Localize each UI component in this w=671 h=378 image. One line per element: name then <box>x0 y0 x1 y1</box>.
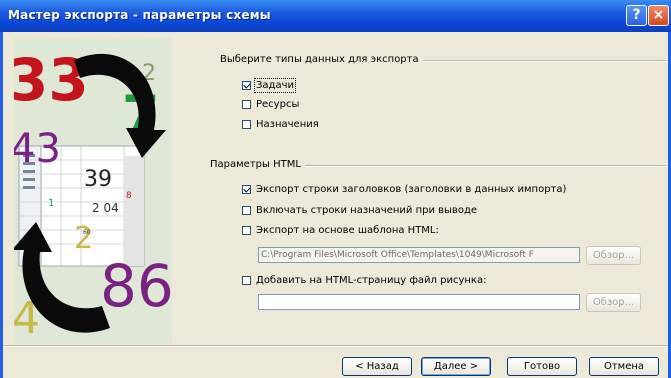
next-button[interactable]: Далее > <box>421 357 491 376</box>
checkbox-tasks-box[interactable] <box>242 81 251 90</box>
illustration-graphic: 33 7 43 39 2 04 2 86 4 1 8 2 60 <box>14 38 172 343</box>
checkbox-html-template-label: Экспорт на основе шаблона HTML: <box>256 225 439 236</box>
export-wizard-window: Мастер экспорта - параметры схемы ? × 33… <box>0 0 671 378</box>
number-33: 33 <box>14 46 89 114</box>
browse-template-button[interactable]: Обзор... <box>586 246 641 265</box>
number-2: 2 <box>74 221 93 256</box>
number-86: 86 <box>100 252 172 320</box>
checkbox-assignments-label: Назначения <box>256 119 319 130</box>
wizard-illustration: 33 7 43 39 2 04 2 86 4 1 8 2 60 <box>14 38 172 343</box>
bottom-separator <box>0 345 671 347</box>
checkbox-export-header-box[interactable] <box>242 185 251 194</box>
close-button[interactable]: × <box>648 5 669 26</box>
number-1: 1 <box>48 198 54 209</box>
close-icon: × <box>652 7 665 23</box>
checkbox-add-image-box[interactable] <box>242 276 251 285</box>
checkbox-assignments[interactable]: Назначения <box>242 119 319 130</box>
help-icon: ? <box>632 7 641 23</box>
checkbox-add-image[interactable]: Добавить на HTML-страницу файл рисунка: <box>242 275 486 286</box>
checkbox-html-template-box[interactable] <box>242 226 251 235</box>
cancel-button[interactable]: Отмена <box>589 357 659 376</box>
html-params-title: Параметры HTML <box>210 159 305 170</box>
number-43: 43 <box>14 126 61 172</box>
number-8: 8 <box>126 191 132 201</box>
checkbox-include-assignments-box[interactable] <box>242 206 251 215</box>
checkbox-include-assignments[interactable]: Включать строки назначений при выводе <box>242 205 477 216</box>
checkbox-tasks-label: Задачи <box>254 78 296 93</box>
help-button[interactable]: ? <box>626 5 647 26</box>
wizard-content: Выберите типы данных для экспорта Задачи… <box>186 32 671 337</box>
checkbox-resources-label: Ресурсы <box>256 99 300 110</box>
number-60: 60 <box>83 229 91 236</box>
checkbox-resources-box[interactable] <box>242 100 251 109</box>
checkbox-add-image-label: Добавить на HTML-страницу файл рисунка: <box>256 275 487 286</box>
number-39: 39 <box>84 167 112 192</box>
title-bar[interactable]: Мастер экспорта - параметры схемы ? × <box>0 0 671 32</box>
finish-button[interactable]: Готово <box>507 357 577 376</box>
checkbox-assignments-box[interactable] <box>242 120 251 129</box>
checkbox-include-assignments-label: Включать строки назначений при выводе <box>256 205 478 216</box>
checkbox-tasks[interactable]: Задачи <box>242 78 296 93</box>
image-path-field[interactable] <box>258 294 580 310</box>
checkbox-resources[interactable]: Ресурсы <box>242 99 299 110</box>
back-button[interactable]: < Назад <box>342 357 412 376</box>
window-title: Мастер экспорта - параметры схемы <box>8 8 271 22</box>
browse-image-button[interactable]: Обзор... <box>586 293 641 312</box>
checkbox-export-header[interactable]: Экспорт строки заголовков (заголовки в д… <box>242 184 566 195</box>
window-border-left <box>0 32 3 378</box>
checkbox-export-header-label: Экспорт строки заголовков (заголовки в д… <box>256 184 567 195</box>
number-204: 2 04 <box>92 201 119 215</box>
data-types-title: Выберите типы данных для экспорта <box>220 54 423 65</box>
template-path-field[interactable]: C:\Program Files\Microsoft Office\Templa… <box>258 247 580 263</box>
checkbox-html-template[interactable]: Экспорт на основе шаблона HTML: <box>242 225 439 236</box>
